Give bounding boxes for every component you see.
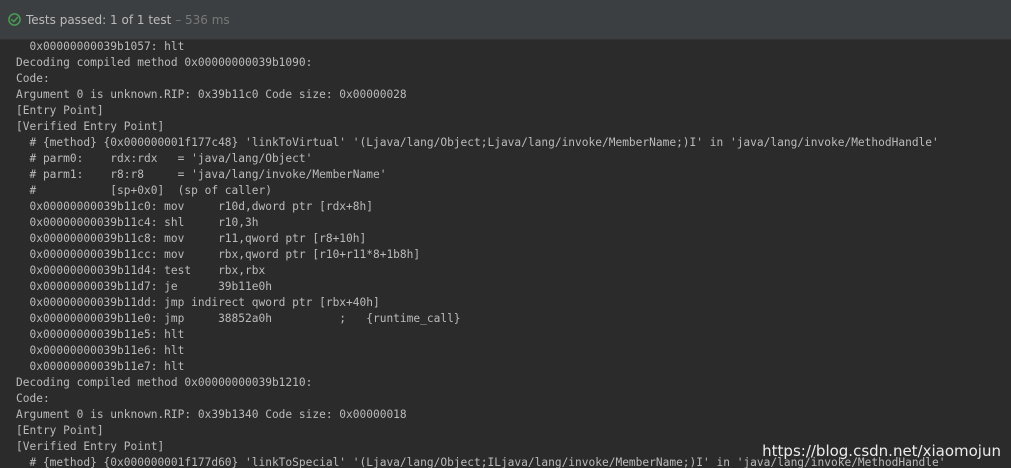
- watermark-text: https://blog.csdn.net/xiaomojun: [762, 442, 1001, 460]
- console-line: 0x00000000039b11d7: je 39b11e0h: [16, 280, 272, 293]
- console-line: Decoding compiled method 0x00000000039b1…: [16, 376, 313, 389]
- console-line: Code:: [16, 72, 50, 85]
- console-line: 0x00000000039b11cc: mov rbx,qword ptr [r…: [16, 248, 421, 261]
- test-duration: – 536 ms: [175, 12, 230, 27]
- console-line: 0x00000000039b11e0: jmp 38852a0h ; {runt…: [16, 312, 461, 325]
- console-line: [Entry Point]: [16, 424, 104, 437]
- console-line: [Entry Point]: [16, 104, 104, 117]
- console-line: # [sp+0x0] (sp of caller): [16, 184, 272, 197]
- console-line: [Verified Entry Point]: [16, 120, 165, 133]
- console-line: 0x00000000039b11d4: test rbx,rbx: [16, 264, 266, 277]
- test-status-bar: Tests passed: 1 of 1 test – 536 ms: [0, 0, 1011, 40]
- console-line: 0x00000000039b1057: hlt: [16, 40, 185, 53]
- test-status-text: Tests passed: 1 of 1 test – 536 ms: [26, 13, 230, 27]
- tests-passed-label: Tests passed:: [26, 12, 107, 27]
- console-line: Decoding compiled method 0x00000000039b1…: [16, 56, 313, 69]
- console-line: 0x00000000039b11c0: mov r10d,dword ptr […: [16, 200, 373, 213]
- console-line: Argument 0 is unknown.RIP: 0x39b11c0 Cod…: [16, 88, 407, 101]
- console-line: # parm1: r8:r8 = 'java/lang/invoke/Membe…: [16, 168, 387, 181]
- console-lines: 0x00000000039b1057: hlt Decoding compiled…: [16, 40, 946, 468]
- console-line: 0x00000000039b11e6: hlt: [16, 344, 185, 357]
- console-line: # parm0: rdx:rdx = 'java/lang/Object': [16, 152, 313, 165]
- console-line: 0x00000000039b11dd: jmp indirect qword p…: [16, 296, 380, 309]
- tests-count: 1 of 1 test: [110, 12, 172, 27]
- console-line: Argument 0 is unknown.RIP: 0x39b1340 Cod…: [16, 408, 407, 421]
- console-line: 0x00000000039b11e7: hlt: [16, 360, 185, 373]
- console-line: # {method} {0x000000001f177c48} 'linkToV…: [16, 136, 939, 149]
- console-output[interactable]: 0x00000000039b1057: hlt Decoding compiled…: [0, 40, 1011, 468]
- check-circle-icon: [8, 13, 21, 26]
- console-line: 0x00000000039b11e5: hlt: [16, 328, 185, 341]
- console-line: 0x00000000039b11c8: mov r11,qword ptr [r…: [16, 232, 367, 245]
- run-tool-window: Tests passed: 1 of 1 test – 536 ms 0x000…: [0, 0, 1011, 468]
- console-line: Code:: [16, 392, 50, 405]
- console-line: 0x00000000039b11c4: shl r10,3h: [16, 216, 259, 229]
